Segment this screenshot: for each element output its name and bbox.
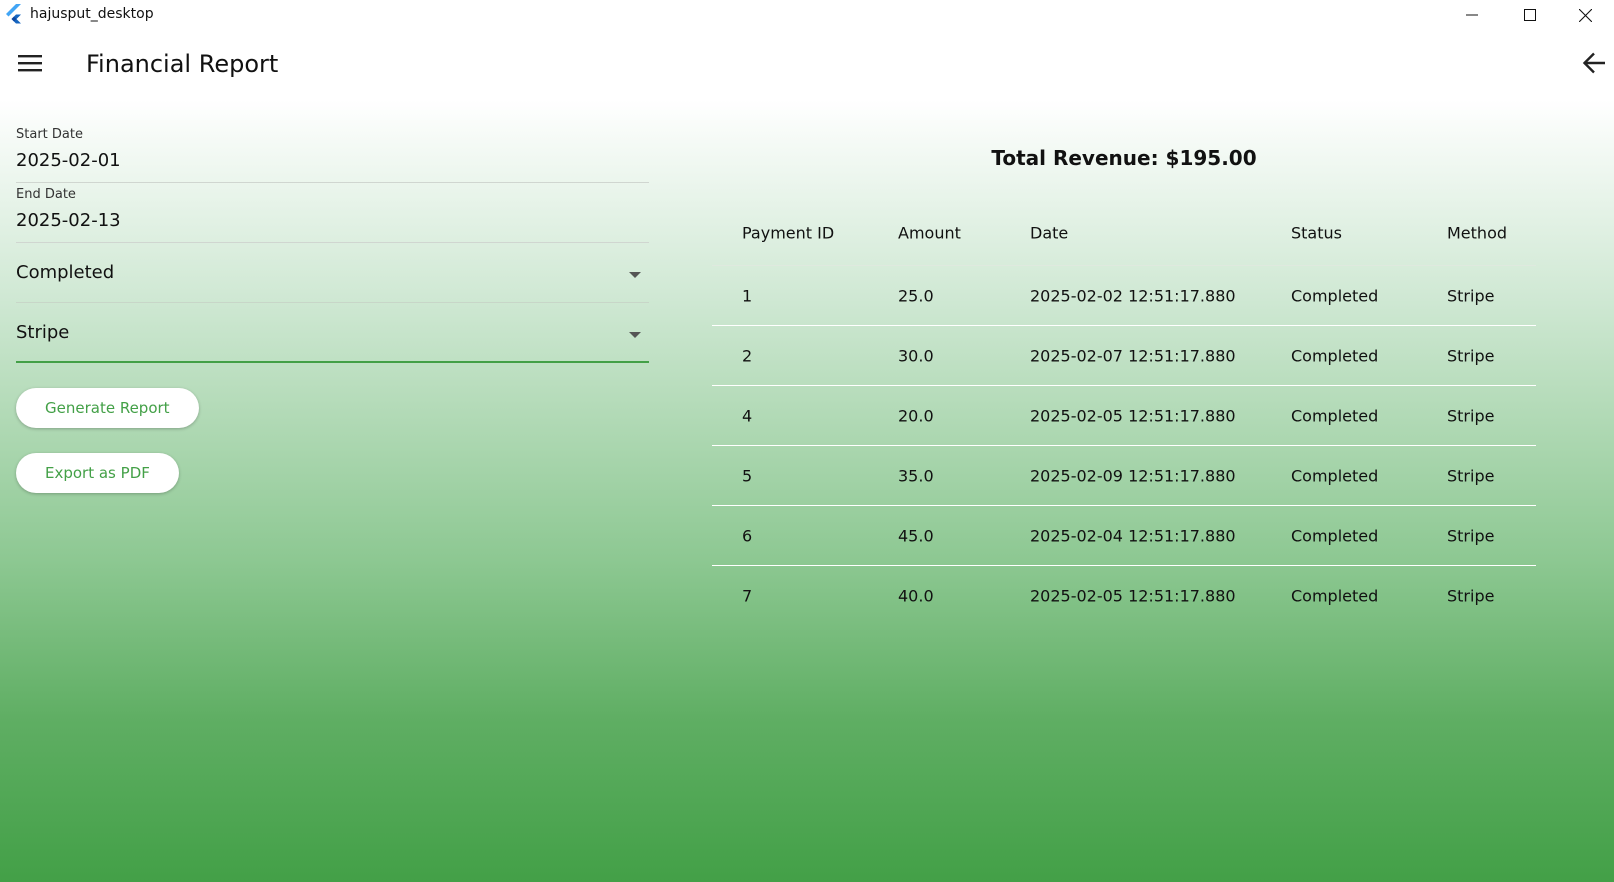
- window-title: hajusput_desktop: [30, 6, 154, 22]
- chevron-down-icon: [629, 332, 641, 338]
- cell-date: 2025-02-07 12:51:17.880: [1030, 346, 1236, 366]
- table-row: 1 25.0 2025-02-02 12:51:17.880 Completed…: [712, 266, 1536, 326]
- column-header-amount: Amount: [898, 223, 961, 243]
- cell-date: 2025-02-04 12:51:17.880: [1030, 526, 1236, 546]
- app-bar: Financial Report: [0, 30, 1614, 100]
- generate-report-button[interactable]: Generate Report: [16, 388, 199, 428]
- column-header-payment-id: Payment ID: [742, 223, 835, 243]
- column-header-status: Status: [1291, 223, 1342, 243]
- table-row: 6 45.0 2025-02-04 12:51:17.880 Completed…: [712, 506, 1536, 566]
- end-date-value[interactable]: 2025-02-13: [16, 210, 121, 231]
- maximize-button[interactable]: [1501, 0, 1559, 30]
- cell-method: Stripe: [1447, 526, 1495, 546]
- payments-table: Payment ID Amount Date Status Method 1 2…: [712, 200, 1536, 626]
- table-row: 5 35.0 2025-02-09 12:51:17.880 Completed…: [712, 446, 1536, 506]
- table-header-row: Payment ID Amount Date Status Method: [712, 200, 1536, 266]
- column-header-method: Method: [1447, 223, 1508, 243]
- cell-payment-id: 7: [742, 586, 753, 606]
- cell-payment-id: 2: [742, 346, 753, 366]
- window-titlebar: hajusput_desktop: [0, 0, 1614, 30]
- menu-button[interactable]: [14, 50, 46, 80]
- cell-method: Stripe: [1447, 466, 1495, 486]
- cell-amount: 45.0: [898, 526, 934, 546]
- arrow-back-icon: [1582, 52, 1606, 78]
- cell-status: Completed: [1291, 346, 1379, 366]
- cell-method: Stripe: [1447, 286, 1495, 306]
- page-title: Financial Report: [86, 50, 279, 78]
- cell-status: Completed: [1291, 406, 1379, 426]
- table-row: 2 30.0 2025-02-07 12:51:17.880 Completed…: [712, 326, 1536, 386]
- status-dropdown[interactable]: Completed: [16, 247, 649, 303]
- end-date-field[interactable]: End Date 2025-02-13: [16, 186, 649, 244]
- method-dropdown-value: Stripe: [16, 322, 70, 343]
- cell-method: Stripe: [1447, 586, 1495, 606]
- flutter-logo-icon: [4, 4, 24, 24]
- cell-status: Completed: [1291, 466, 1379, 486]
- status-dropdown-underline: [16, 302, 649, 303]
- chevron-down-icon: [629, 272, 641, 278]
- cell-payment-id: 5: [742, 466, 753, 486]
- cell-payment-id: 4: [742, 406, 753, 426]
- cell-date: 2025-02-05 12:51:17.880: [1030, 586, 1236, 606]
- method-dropdown[interactable]: Stripe: [16, 307, 649, 363]
- cell-status: Completed: [1291, 586, 1379, 606]
- cell-amount: 25.0: [898, 286, 934, 306]
- cell-amount: 30.0: [898, 346, 934, 366]
- method-dropdown-underline: [16, 361, 649, 363]
- minimize-button[interactable]: [1443, 0, 1501, 30]
- table-row: 4 20.0 2025-02-05 12:51:17.880 Completed…: [712, 386, 1536, 446]
- cell-status: Completed: [1291, 526, 1379, 546]
- start-date-label: Start Date: [16, 127, 83, 142]
- close-icon: [1578, 8, 1592, 22]
- cell-date: 2025-02-02 12:51:17.880: [1030, 286, 1236, 306]
- end-date-underline: [16, 242, 649, 243]
- cell-date: 2025-02-05 12:51:17.880: [1030, 406, 1236, 426]
- minimize-icon: [1466, 9, 1478, 21]
- cell-amount: 40.0: [898, 586, 934, 606]
- start-date-value[interactable]: 2025-02-01: [16, 150, 121, 171]
- total-revenue: Total Revenue: $195.00: [991, 146, 1257, 170]
- cell-method: Stripe: [1447, 346, 1495, 366]
- hamburger-menu-icon: [18, 54, 42, 76]
- table-row: 7 40.0 2025-02-05 12:51:17.880 Completed…: [712, 566, 1536, 626]
- cell-payment-id: 1: [742, 286, 753, 306]
- cell-amount: 35.0: [898, 466, 934, 486]
- cell-amount: 20.0: [898, 406, 934, 426]
- cell-payment-id: 6: [742, 526, 753, 546]
- cell-status: Completed: [1291, 286, 1379, 306]
- end-date-label: End Date: [16, 187, 76, 202]
- export-pdf-button[interactable]: Export as PDF: [16, 453, 179, 493]
- cell-date: 2025-02-09 12:51:17.880: [1030, 466, 1236, 486]
- cell-method: Stripe: [1447, 406, 1495, 426]
- column-header-date: Date: [1030, 223, 1069, 243]
- start-date-field[interactable]: Start Date 2025-02-01: [16, 126, 649, 184]
- back-button[interactable]: [1578, 50, 1610, 80]
- maximize-icon: [1524, 9, 1536, 21]
- close-button[interactable]: [1556, 0, 1614, 30]
- status-dropdown-value: Completed: [16, 262, 115, 283]
- start-date-underline: [16, 182, 649, 183]
